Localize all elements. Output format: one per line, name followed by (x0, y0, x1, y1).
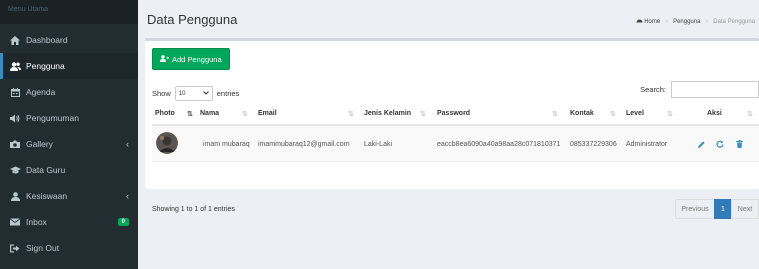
users-table: Photo ⇅ Nama ⇅ Email ⇅ Jenis Kelamin ⇅ P… (152, 103, 759, 162)
next-button[interactable]: Next (731, 199, 759, 219)
show-label: Show (152, 89, 171, 98)
column-header-jenis-kelamin[interactable]: Jenis Kelamin (364, 110, 411, 117)
breadcrumb: Home > Pengguna > Data Pengguna (636, 17, 755, 25)
sidebar-item-dashboard[interactable]: Dashboard (0, 27, 138, 53)
user-plus-icon (160, 54, 169, 64)
table-info: Showing 1 to 1 of 1 entries (152, 206, 235, 213)
dashboard-icon (636, 19, 645, 25)
sidebar-item-data-guru[interactable]: Data Guru (0, 157, 138, 183)
entries-select[interactable]: 10 (174, 86, 213, 101)
cell-jenis-kelamin: Laki-Laki (364, 141, 393, 148)
pagination: Previous 1 Next (675, 199, 759, 219)
column-header-photo[interactable]: Photo (155, 110, 175, 117)
chevron-left-icon: ‹ (126, 191, 129, 201)
column-header-password[interactable]: Password (437, 110, 470, 117)
breadcrumb-pengguna[interactable]: Pengguna (673, 19, 700, 25)
breadcrumb-separator: > (664, 19, 669, 25)
cell-kontak: 085337229306 (570, 141, 617, 148)
cell-level: Administrator (626, 141, 668, 148)
search-input[interactable] (671, 81, 759, 98)
sidebar-header: Menu Utama (0, 0, 138, 24)
sidebar-item-inbox[interactable]: Inbox 0 (0, 209, 138, 235)
graduation-cap-icon (9, 166, 21, 174)
sidebar-item-kesiswaan[interactable]: Kesiswaan ‹ (0, 183, 138, 209)
column-header-kontak[interactable]: Kontak (570, 110, 594, 117)
sidebar-item-label: Data Guru (26, 165, 66, 175)
page-1-button[interactable]: 1 (714, 199, 732, 219)
avatar (156, 132, 178, 154)
sidebar-item-label: Pengguna (26, 61, 65, 71)
user-icon (9, 191, 21, 201)
add-pengguna-button[interactable]: Add Pengguna (152, 48, 230, 70)
sidebar-item-pengguna[interactable]: Pengguna (0, 53, 138, 79)
cell-email: imammubaraq12@gmail.com (258, 141, 350, 148)
sidebar-item-label: Pengumuman (26, 113, 79, 123)
sort-icon: ⇅ (348, 111, 354, 118)
cell-nama: imam mubaraq (203, 141, 250, 148)
content-header: Data Pengguna Home > Pengguna > Data Pen… (138, 0, 759, 40)
sidebar-item-label: Inbox (26, 217, 47, 227)
sort-icon: ⇅ (552, 111, 558, 118)
search-label: Search: (640, 85, 666, 94)
add-pengguna-label: Add Pengguna (172, 54, 222, 64)
sidebar-item-label: Gallery (26, 139, 53, 149)
volume-icon (9, 114, 21, 123)
cell-password: eaccb8ea6090a40a98aa28c071810371 (437, 141, 561, 148)
show-entries: Show 10 entries (152, 86, 239, 101)
breadcrumb-separator: > (705, 19, 709, 25)
data-box: Add Pengguna Show 10 entries Search: Pho… (145, 38, 759, 219)
reset-password-icon[interactable] (714, 138, 726, 150)
users-icon (9, 61, 21, 71)
sort-asc-icon: ⇅ (187, 111, 193, 118)
breadcrumb-current: Data Pengguna (713, 19, 755, 25)
inbox-count-badge: 0 (117, 218, 129, 226)
sort-icon: ⇅ (610, 111, 616, 118)
envelope-icon (9, 218, 21, 226)
sidebar-item-agenda[interactable]: Agenda (0, 79, 138, 105)
sort-icon: ⇅ (242, 111, 248, 118)
sign-out-icon (9, 244, 21, 253)
chevron-left-icon: ‹ (126, 139, 129, 149)
column-header-aksi[interactable]: Aksi (707, 110, 722, 117)
sort-icon: ⇅ (667, 111, 673, 118)
sidebar-item-pengumuman[interactable]: Pengumuman (0, 105, 138, 131)
sidebar-item-gallery[interactable]: Gallery ‹ (0, 131, 138, 157)
table-row: imam mubaraq imammubaraq12@gmail.com Lak… (152, 126, 759, 162)
delete-icon[interactable] (733, 138, 745, 150)
sidebar: Menu Utama Dashboard Pengguna Agenda Pen… (0, 0, 138, 269)
page-title: Data Pengguna (147, 12, 238, 27)
home-icon (9, 35, 21, 45)
sort-icon: ⇅ (420, 111, 426, 118)
edit-icon[interactable] (695, 138, 707, 150)
column-header-nama[interactable]: Nama (200, 110, 219, 117)
table-header: Photo ⇅ Nama ⇅ Email ⇅ Jenis Kelamin ⇅ P… (152, 103, 759, 126)
column-header-level[interactable]: Level (626, 110, 644, 117)
search-area: Search: (640, 81, 759, 98)
camera-icon (9, 140, 21, 148)
sidebar-item-label: Agenda (26, 87, 56, 97)
sort-icon: ⇅ (747, 111, 753, 118)
entries-value: 10 (178, 90, 186, 97)
previous-button[interactable]: Previous (675, 199, 715, 219)
entries-label: entries (216, 89, 240, 98)
sidebar-item-label: Sign Out (26, 243, 60, 253)
calendar-icon (9, 87, 21, 97)
breadcrumb-home[interactable]: Home (644, 19, 660, 25)
sidebar-item-label: Dashboard (26, 35, 68, 45)
chevron-down-icon (202, 90, 209, 97)
sidebar-item-label: Kesiswaan (26, 191, 68, 201)
column-header-email[interactable]: Email (258, 110, 277, 117)
sidebar-item-sign-out[interactable]: Sign Out (0, 235, 138, 261)
